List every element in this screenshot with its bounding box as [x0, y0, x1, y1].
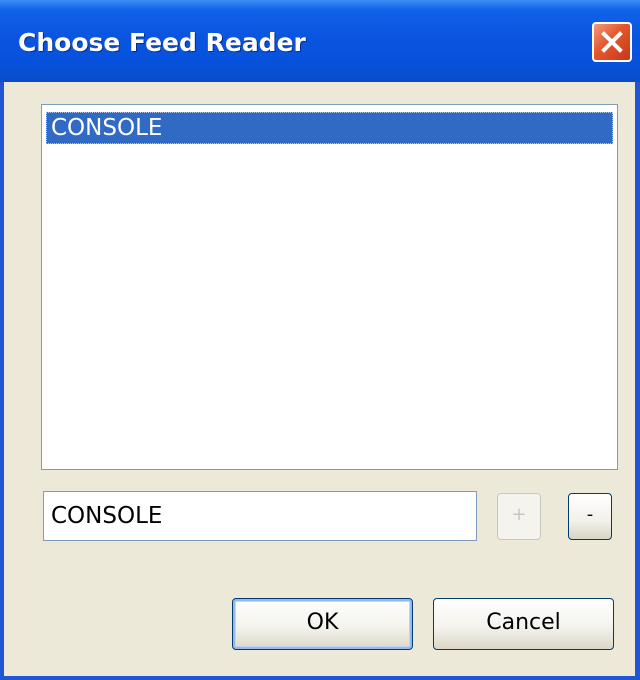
feed-reader-name-input[interactable] [43, 491, 477, 541]
close-button[interactable] [592, 22, 632, 62]
remove-reader-button[interactable]: - [568, 493, 612, 540]
ok-button[interactable]: OK [232, 598, 413, 650]
add-reader-button[interactable]: + [497, 493, 541, 540]
window-title: Choose Feed Reader [18, 28, 306, 57]
cancel-button[interactable]: Cancel [433, 598, 614, 650]
title-bar[interactable]: Choose Feed Reader [0, 0, 640, 82]
list-item-console[interactable]: CONSOLE [46, 112, 613, 144]
feed-reader-list[interactable]: CONSOLE [41, 104, 618, 470]
